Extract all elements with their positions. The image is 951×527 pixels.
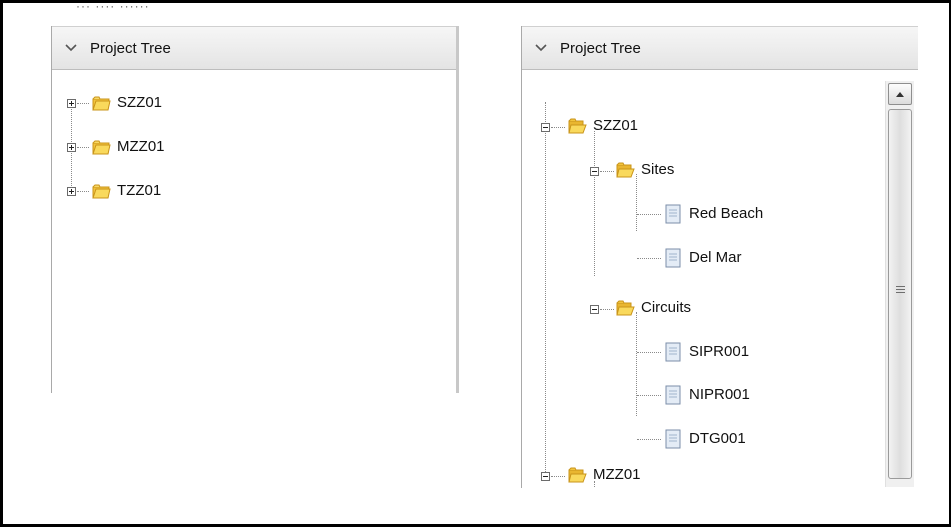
tree-connector (77, 191, 89, 192)
document-icon (665, 385, 681, 405)
tree-node-label[interactable]: Red Beach (689, 205, 763, 222)
tree-connector (600, 171, 614, 172)
arrow-up-icon (896, 92, 904, 97)
folder-open-icon (616, 300, 635, 316)
expand-toggle[interactable] (67, 143, 76, 152)
folder-open-icon (568, 467, 587, 483)
document-icon (665, 204, 681, 224)
project-tree-panel-collapsed: Project Tree SZZ01 MZZ01 TZZ01 (51, 26, 459, 393)
chevron-down-icon[interactable] (534, 41, 548, 55)
tree-connector (636, 312, 637, 416)
tree-node-label[interactable]: TZZ01 (117, 182, 161, 199)
expand-toggle[interactable] (67, 187, 76, 196)
scroll-up-button[interactable] (888, 83, 912, 105)
document-icon (665, 248, 681, 268)
tree-connector (551, 127, 565, 128)
collapse-toggle[interactable] (590, 305, 599, 314)
tree-connector (594, 481, 595, 488)
tree-node-label[interactable]: Circuits (641, 299, 691, 316)
project-tree: SZZ01 MZZ01 TZZ01 (52, 69, 456, 393)
tree-connector (637, 352, 661, 353)
vertical-scrollbar[interactable] (885, 81, 914, 487)
folder-open-icon (568, 118, 587, 134)
tree-connector (637, 395, 661, 396)
collapse-toggle[interactable] (541, 123, 550, 132)
expand-toggle[interactable] (67, 99, 76, 108)
tree-connector (600, 309, 614, 310)
tree-connector (551, 476, 565, 477)
tree-node-label[interactable]: SZZ01 (593, 117, 638, 134)
folder-icon (92, 96, 111, 111)
tree-node-label[interactable]: SIPR001 (689, 343, 749, 360)
grip-icon (896, 286, 905, 296)
folder-icon (92, 140, 111, 155)
tree-node-label[interactable]: MZZ01 (593, 466, 641, 483)
tree-connector (637, 258, 661, 259)
tree-connector (637, 214, 661, 215)
tree-node-label[interactable]: NIPR001 (689, 386, 750, 403)
chevron-down-icon[interactable] (64, 41, 78, 55)
project-tree: SZZ01 Sites Red Beach Del Mar Circuits S… (522, 69, 918, 488)
panel-header[interactable]: Project Tree (52, 26, 456, 70)
collapse-toggle[interactable] (541, 472, 550, 481)
panel-title: Project Tree (90, 39, 171, 57)
tree-node-label[interactable]: DTG001 (689, 430, 746, 447)
folder-open-icon (616, 162, 635, 178)
document-icon (665, 429, 681, 449)
scroll-thumb[interactable] (888, 109, 912, 479)
tree-connector (594, 131, 595, 276)
tree-node-label[interactable]: MZZ01 (117, 138, 165, 155)
collapse-toggle[interactable] (590, 167, 599, 176)
tree-node-label[interactable]: SZZ01 (117, 94, 162, 111)
panel-header[interactable]: Project Tree (522, 26, 918, 70)
tree-node-label[interactable]: Sites (641, 161, 674, 178)
folder-icon (92, 184, 111, 199)
document-icon (665, 342, 681, 362)
cutoff-heading: ··· ···· ······ (76, 6, 150, 13)
tree-connector (77, 103, 89, 104)
tree-connector (545, 102, 546, 474)
panel-title: Project Tree (560, 39, 641, 57)
tree-node-label[interactable]: Del Mar (689, 249, 742, 266)
tree-connector (637, 439, 661, 440)
project-tree-panel-expanded: Project Tree SZZ01 Sites Red Beach Del M… (521, 26, 918, 488)
tree-connector (77, 147, 89, 148)
tree-connector (636, 174, 637, 231)
